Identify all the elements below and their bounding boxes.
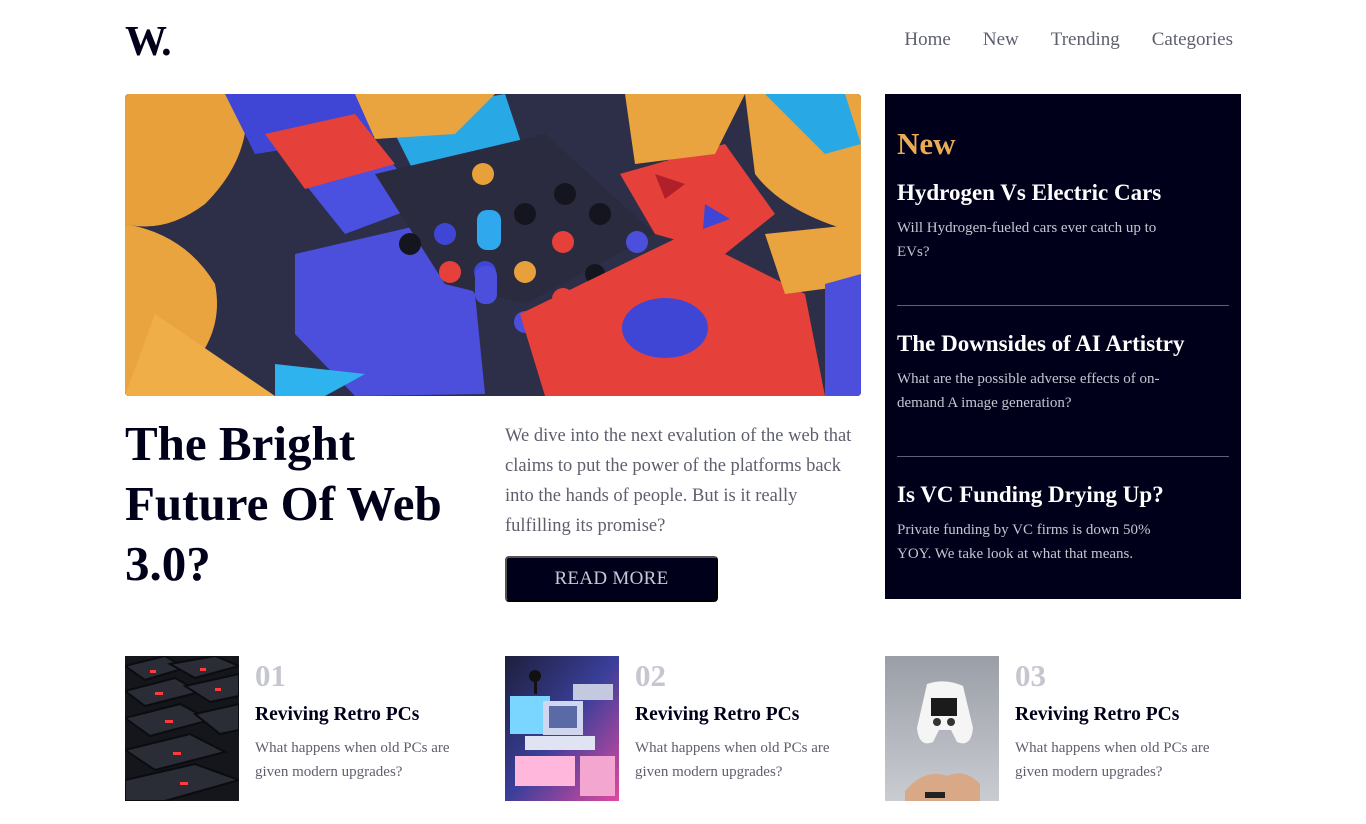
hero-image xyxy=(125,94,861,396)
article-card[interactable]: 02 Reviving Retro PCs What happens when … xyxy=(505,656,861,801)
nav-home[interactable]: Home xyxy=(904,29,950,51)
sidebar-heading: New xyxy=(897,126,956,161)
card-title[interactable]: Reviving Retro PCs xyxy=(635,704,799,726)
article-card[interactable]: 03 Reviving Retro PCs What happens when … xyxy=(885,656,1241,801)
sidebar-article-description: Will Hydrogen-fueled cars ever catch up … xyxy=(897,220,1157,260)
card-title[interactable]: Reviving Retro PCs xyxy=(1015,704,1179,726)
article-card[interactable]: 01 Reviving Retro PCs What happens when … xyxy=(125,656,481,801)
sidebar-article-description: Private funding by VC firms is down 50% … xyxy=(897,522,1151,562)
divider xyxy=(897,305,1229,306)
card-number: 02 xyxy=(635,658,666,693)
card-number: 03 xyxy=(1015,658,1046,693)
sidebar-article-title[interactable]: The Downsides of AI Artistry xyxy=(897,329,1229,359)
gamepad-thumbnail[interactable] xyxy=(885,656,999,801)
main-nav: Home New Trending Categories xyxy=(904,29,1233,51)
nav-categories[interactable]: Categories xyxy=(1152,29,1233,51)
divider xyxy=(897,456,1229,457)
card-description: What happens when old PCs are given mode… xyxy=(635,740,830,780)
card-description: What happens when old PCs are given mode… xyxy=(255,740,450,780)
card-number: 01 xyxy=(255,658,286,693)
keyboard-thumbnail[interactable] xyxy=(125,656,239,801)
new-articles-sidebar: New Hydrogen Vs Electric Cars Will Hydro… xyxy=(885,94,1241,599)
sidebar-article[interactable]: Is VC Funding Drying Up? Private funding… xyxy=(897,480,1229,566)
retro-pc-thumbnail[interactable] xyxy=(505,656,619,801)
card-title[interactable]: Reviving Retro PCs xyxy=(255,704,419,726)
card-description: What happens when old PCs are given mode… xyxy=(1015,740,1210,780)
sidebar-article[interactable]: The Downsides of AI Artistry What are th… xyxy=(897,329,1229,415)
nav-new[interactable]: New xyxy=(983,29,1019,51)
sidebar-article-title[interactable]: Is VC Funding Drying Up? xyxy=(897,480,1229,510)
nav-trending[interactable]: Trending xyxy=(1051,29,1120,51)
sidebar-article[interactable]: Hydrogen Vs Electric Cars Will Hydrogen-… xyxy=(897,178,1229,264)
site-logo[interactable]: W. xyxy=(125,18,172,66)
hero-title: The Bright Future Of Web 3.0? xyxy=(125,416,442,591)
sidebar-article-title[interactable]: Hydrogen Vs Electric Cars xyxy=(897,178,1229,208)
sidebar-article-description: What are the possible adverse effects of… xyxy=(897,371,1160,411)
hero-description: We dive into the next evalution of the w… xyxy=(505,426,852,536)
read-more-button[interactable]: READ MORE xyxy=(505,556,718,602)
